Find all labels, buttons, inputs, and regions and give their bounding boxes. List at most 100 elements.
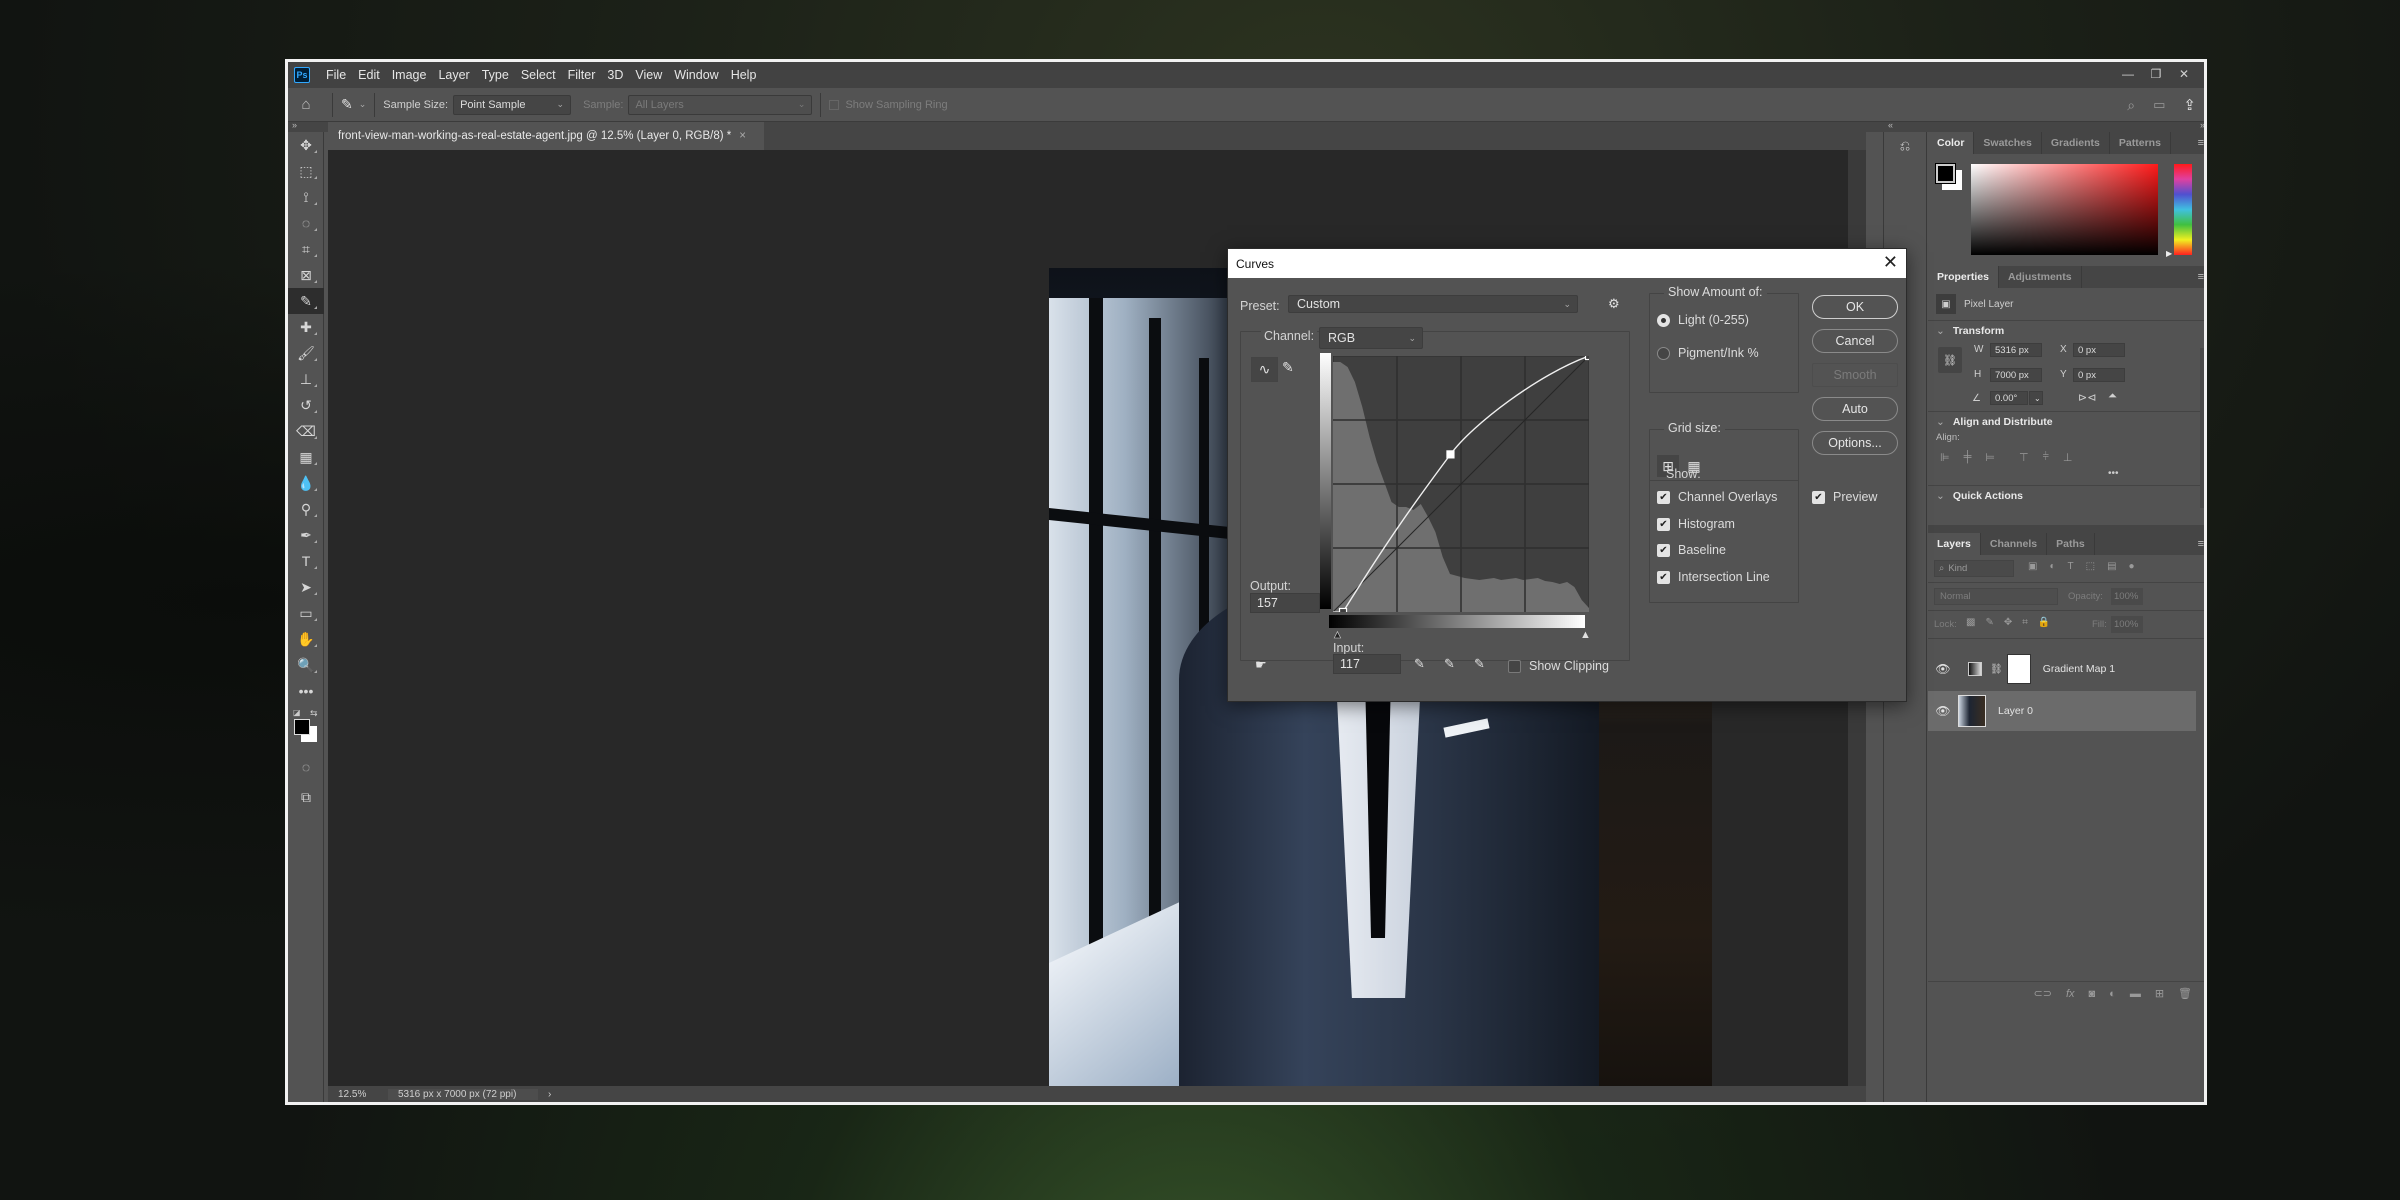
filter-shape-icon[interactable]: ⬚ (2086, 561, 2095, 572)
menu-select[interactable]: Select (515, 68, 562, 82)
default-colors-icon[interactable]: ◪ (293, 708, 301, 717)
targeted-adjustment-icon[interactable]: ☛ (1255, 657, 1267, 673)
quick-actions-header[interactable]: ⌄ Quick Actions (1928, 486, 2204, 506)
tab-gradients[interactable]: Gradients (2042, 132, 2110, 154)
flip-vertical-icon[interactable]: ⏶ (2108, 390, 2117, 403)
tab-swatches[interactable]: Swatches (1974, 132, 2042, 154)
pen-tool[interactable]: ✒ (288, 522, 324, 548)
menu-file[interactable]: File (320, 68, 352, 82)
menu-layer[interactable]: Layer (432, 68, 475, 82)
clone-stamp-tool[interactable]: ⊥ (288, 366, 324, 392)
dialog-title-bar[interactable]: Curves ✕ (1228, 249, 1906, 278)
show-clipping-checkbox[interactable]: Show Clipping (1508, 659, 1609, 673)
rectangle-tool[interactable]: ▭ (288, 600, 324, 626)
screen-mode-icon[interactable]: ⧉ (288, 784, 324, 810)
share-icon[interactable]: ⇪ (2183, 96, 2196, 114)
menu-edit[interactable]: Edit (352, 68, 386, 82)
delete-layer-icon[interactable]: 🗑 (2178, 987, 2192, 1000)
eraser-tool[interactable]: ⌫ (288, 418, 324, 444)
menu-help[interactable]: Help (725, 68, 763, 82)
lock-pixels-icon[interactable]: ✎ (1985, 617, 1993, 628)
auto-button[interactable]: Auto (1812, 397, 1898, 421)
blend-mode-select[interactable]: Normal (1934, 588, 2058, 605)
align-vertical-center-icon[interactable]: ⫩ (2043, 451, 2049, 464)
lock-artboard-icon[interactable]: ⌗ (2022, 617, 2028, 628)
histogram-checkbox[interactable]: ✔ Histogram (1657, 517, 1735, 531)
expand-panels-icon[interactable]: » (2200, 120, 2204, 130)
new-group-icon[interactable]: ▬ (2130, 988, 2141, 1000)
lock-position-icon[interactable]: ✥ (2004, 617, 2012, 628)
menu-type[interactable]: Type (476, 68, 515, 82)
close-window-button[interactable]: ✕ (2170, 62, 2198, 86)
edit-toolbar[interactable]: ••• (288, 678, 324, 704)
channel-overlays-checkbox[interactable]: ✔ Channel Overlays (1657, 490, 1777, 504)
menu-image[interactable]: Image (386, 68, 433, 82)
zoom-tool[interactable]: 🔍 (288, 652, 324, 678)
document-tab[interactable]: front-view-man-working-as-real-estate-ag… (328, 122, 764, 150)
ok-button[interactable]: OK (1812, 295, 1898, 319)
marquee-tool[interactable]: ⬚ (288, 158, 324, 184)
tab-patterns[interactable]: Patterns (2110, 132, 2171, 154)
more-options-button[interactable]: ••• (1928, 464, 2204, 479)
add-mask-icon[interactable]: ◙ (2089, 988, 2096, 1000)
sample-size-select[interactable]: Point Sample ⌄ (453, 94, 572, 115)
eyedropper-tool[interactable]: ✎ (288, 288, 324, 314)
pencil-draw-icon[interactable]: ✎ (1282, 359, 1294, 376)
lock-transparent-icon[interactable]: ▩ (1966, 617, 1975, 628)
input-input[interactable]: 117 (1333, 654, 1401, 674)
fx-icon[interactable]: fx (2066, 988, 2075, 1000)
align-bottom-icon[interactable]: ⊥ (2063, 451, 2073, 464)
curve-edit-points-icon[interactable]: ∿ (1251, 357, 1278, 382)
layer-row[interactable]: 👁 Layer 0 (1928, 691, 2196, 731)
search-icon[interactable]: ⌕ (2127, 97, 2135, 114)
black-point-slider[interactable]: ▲ (1332, 629, 1343, 642)
lasso-tool[interactable]: ⟟ (288, 184, 324, 210)
workspace-icon[interactable]: ▭ (2153, 97, 2165, 113)
foreground-color-swatch[interactable] (1935, 163, 1956, 184)
home-button[interactable]: ⌂ (288, 96, 324, 113)
status-menu-arrow[interactable]: › (538, 1089, 551, 1100)
visibility-eye-icon[interactable]: 👁 (1928, 704, 1958, 718)
brush-tool[interactable]: 🖌 (288, 340, 324, 366)
curve-control-point[interactable] (1446, 450, 1455, 459)
move-tool[interactable]: ✥ (288, 132, 324, 158)
hue-slider-handle[interactable]: ▶ (2166, 249, 2172, 258)
filter-toggle-icon[interactable]: ● (2129, 561, 2135, 572)
expand-toolbar-icon[interactable]: » (292, 120, 297, 130)
align-section-header[interactable]: ⌄ Align and Distribute (1928, 412, 2204, 432)
properties-scrollbar[interactable] (2200, 348, 2204, 508)
align-left-icon[interactable]: ⊫ (1940, 451, 1950, 464)
curve-graph[interactable] (1333, 356, 1589, 612)
sample-select[interactable]: All Layers ⌄ (628, 94, 813, 115)
close-dialog-icon[interactable]: ✕ (1883, 252, 1898, 273)
minimize-button[interactable]: — (2114, 62, 2142, 86)
close-tab-icon[interactable]: × (739, 130, 746, 142)
lock-all-icon[interactable]: 🔒 (2038, 617, 2050, 628)
channel-select[interactable]: RGB ⌄ (1319, 327, 1423, 349)
baseline-checkbox[interactable]: ✔ Baseline (1657, 543, 1726, 557)
black-eyedropper-icon[interactable]: ✎ (1414, 656, 1425, 672)
tab-channels[interactable]: Channels (1981, 533, 2048, 555)
restore-button[interactable]: ❐ (2142, 62, 2170, 86)
white-point-slider[interactable]: ▲ (1580, 629, 1591, 641)
collapse-panels-icon[interactable]: « (1888, 120, 1893, 130)
tab-color[interactable]: Color (1928, 132, 1975, 154)
width-input[interactable]: 5316 px (1990, 343, 2042, 357)
tool-preset-picker[interactable]: ✎ ⌄ (341, 96, 366, 113)
preset-select[interactable]: Custom ⌄ (1288, 295, 1578, 313)
curve-control-point[interactable] (1584, 356, 1590, 361)
link-layers-icon[interactable]: ⊂⊃ (2034, 987, 2052, 1000)
cancel-button[interactable]: Cancel (1812, 329, 1898, 353)
menu-view[interactable]: View (629, 68, 668, 82)
curve-control-point[interactable] (1338, 607, 1348, 613)
y-input[interactable]: 0 px (2073, 368, 2125, 382)
foreground-color-swatch[interactable] (294, 719, 310, 735)
light-radio[interactable]: Light (0-255) (1657, 313, 1749, 327)
healing-brush-tool[interactable]: ✚ (288, 314, 324, 340)
quick-selection-tool[interactable]: ◌ (288, 210, 324, 236)
angle-dropdown[interactable]: ⌄ (2029, 391, 2043, 405)
gradient-tool[interactable]: ▦ (288, 444, 324, 470)
history-brush-tool[interactable]: ↺ (288, 392, 324, 418)
show-sampling-ring-checkbox[interactable]: Show Sampling Ring (829, 99, 948, 111)
white-eyedropper-icon[interactable]: ✎ (1474, 656, 1485, 672)
